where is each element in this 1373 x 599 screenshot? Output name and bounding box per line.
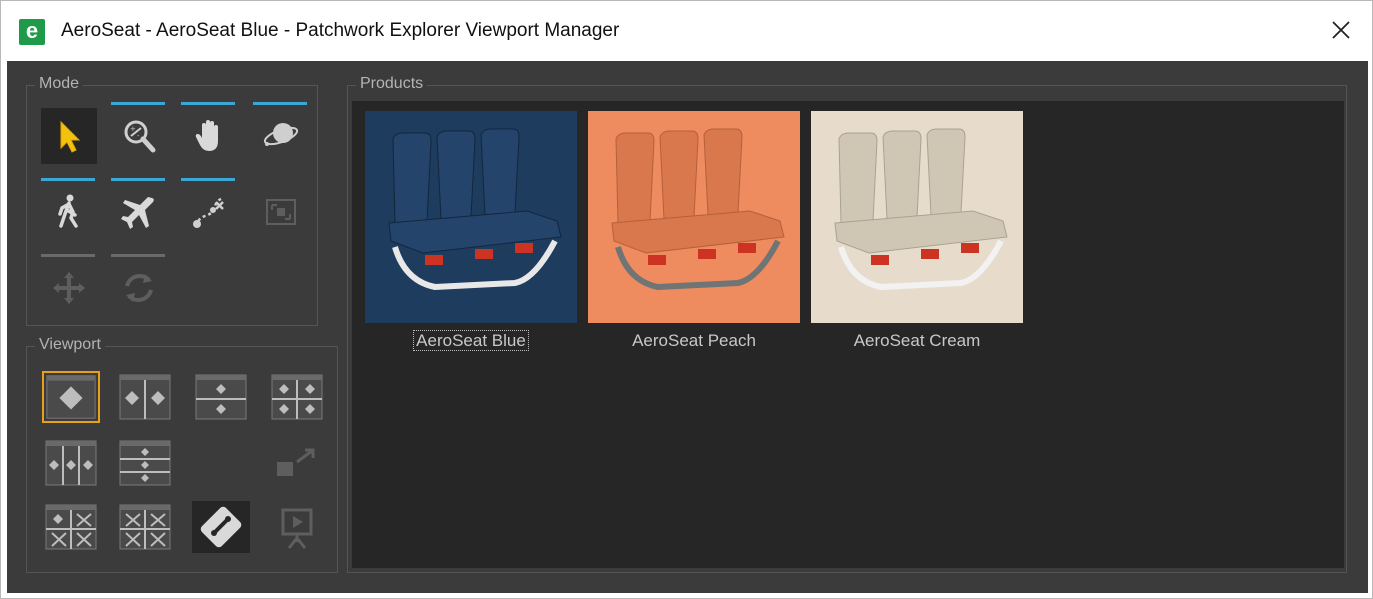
split-mixed-a-icon [45, 504, 97, 550]
mode-group: Mode + - [26, 75, 318, 326]
three-vertical-icon [45, 440, 97, 486]
product-label: AeroSeat Cream [853, 331, 981, 350]
frame-icon [266, 199, 296, 225]
airplane-icon [121, 197, 154, 229]
path-icon [193, 196, 224, 228]
two-horizontal-icon [195, 374, 247, 420]
layout-single-button[interactable] [42, 371, 100, 423]
layout-two-vertical-button[interactable] [116, 371, 174, 423]
layout-mixed-a-button[interactable] [42, 501, 100, 553]
undock-icon [277, 448, 315, 476]
pan-tool-button[interactable] [181, 102, 237, 164]
hand-icon [195, 120, 218, 151]
active-indicator [181, 178, 235, 181]
title-bar: e AeroSeat - AeroSeat Blue - Patchwork E… [1, 1, 1372, 61]
presentation-button[interactable] [268, 501, 326, 553]
layout-four-button[interactable] [268, 371, 326, 423]
active-indicator [111, 102, 165, 105]
split-mixed-b-icon [119, 504, 171, 550]
viewport-group: Viewport [26, 336, 338, 573]
product-item-cream[interactable]: AeroSeat Cream [811, 111, 1023, 351]
three-horizontal-icon [119, 440, 171, 486]
product-thumbnail [365, 111, 577, 323]
layout-three-vertical-button[interactable] [42, 437, 100, 489]
two-vertical-icon [119, 374, 171, 420]
fly-tool-button[interactable] [111, 178, 167, 240]
viewport-manager-window: e AeroSeat - AeroSeat Blue - Patchwork E… [0, 0, 1373, 599]
app-icon: e [19, 19, 45, 45]
products-label: Products [356, 75, 428, 93]
magnifier-zoom-icon: +- [124, 120, 156, 153]
path-tool-button[interactable] [181, 178, 237, 240]
arrow-cursor-icon [60, 120, 81, 153]
rotate-icon [125, 274, 153, 302]
orbit-tool-button[interactable] [253, 102, 309, 164]
select-tool-button[interactable] [41, 108, 97, 164]
svg-text:-: - [137, 132, 140, 140]
rotate-tool-button[interactable] [111, 254, 167, 316]
close-button[interactable] [1326, 15, 1356, 45]
presentation-icon [281, 508, 313, 549]
active-indicator [181, 102, 235, 105]
wrench-icon [200, 506, 242, 548]
active-indicator [111, 178, 165, 181]
product-thumbnail [588, 111, 800, 323]
mode-label: Mode [35, 75, 84, 93]
single-viewport-icon [46, 375, 96, 419]
zoom-tool-button[interactable]: + - [111, 102, 167, 164]
viewport-label: Viewport [35, 336, 105, 354]
active-indicator [41, 178, 95, 181]
four-viewport-icon [271, 374, 323, 420]
close-icon [1332, 21, 1350, 39]
product-item-blue[interactable]: AeroSeat Blue [365, 111, 577, 351]
active-indicator [253, 102, 307, 105]
inactive-indicator [41, 254, 95, 257]
layout-three-horizontal-button[interactable] [116, 437, 174, 489]
layout-two-horizontal-button[interactable] [192, 371, 250, 423]
product-item-peach[interactable]: AeroSeat Peach [588, 111, 800, 351]
inactive-indicator [111, 254, 165, 257]
orbit-icon [263, 123, 299, 146]
product-label: AeroSeat Peach [632, 331, 756, 350]
products-list: AeroSeat Blue AeroSeat Peach AeroSeat Cr… [352, 101, 1344, 568]
window-title: AeroSeat - AeroSeat Blue - Patchwork Exp… [61, 20, 620, 41]
frame-tool-button[interactable] [253, 184, 309, 240]
move-arrows-icon [53, 272, 85, 304]
svg-text:+: + [130, 125, 136, 133]
product-thumbnail [811, 111, 1023, 323]
move-tool-button[interactable] [41, 254, 97, 316]
viewport-settings-button[interactable] [192, 501, 250, 553]
walk-icon [58, 194, 78, 228]
walk-tool-button[interactable] [41, 178, 97, 240]
client-area: Mode + - Viewport Products AeroSeat Blue… [7, 61, 1368, 593]
layout-mixed-b-button[interactable] [116, 501, 174, 553]
undock-viewport-button[interactable] [268, 437, 326, 489]
product-label: AeroSeat Blue [413, 330, 529, 351]
